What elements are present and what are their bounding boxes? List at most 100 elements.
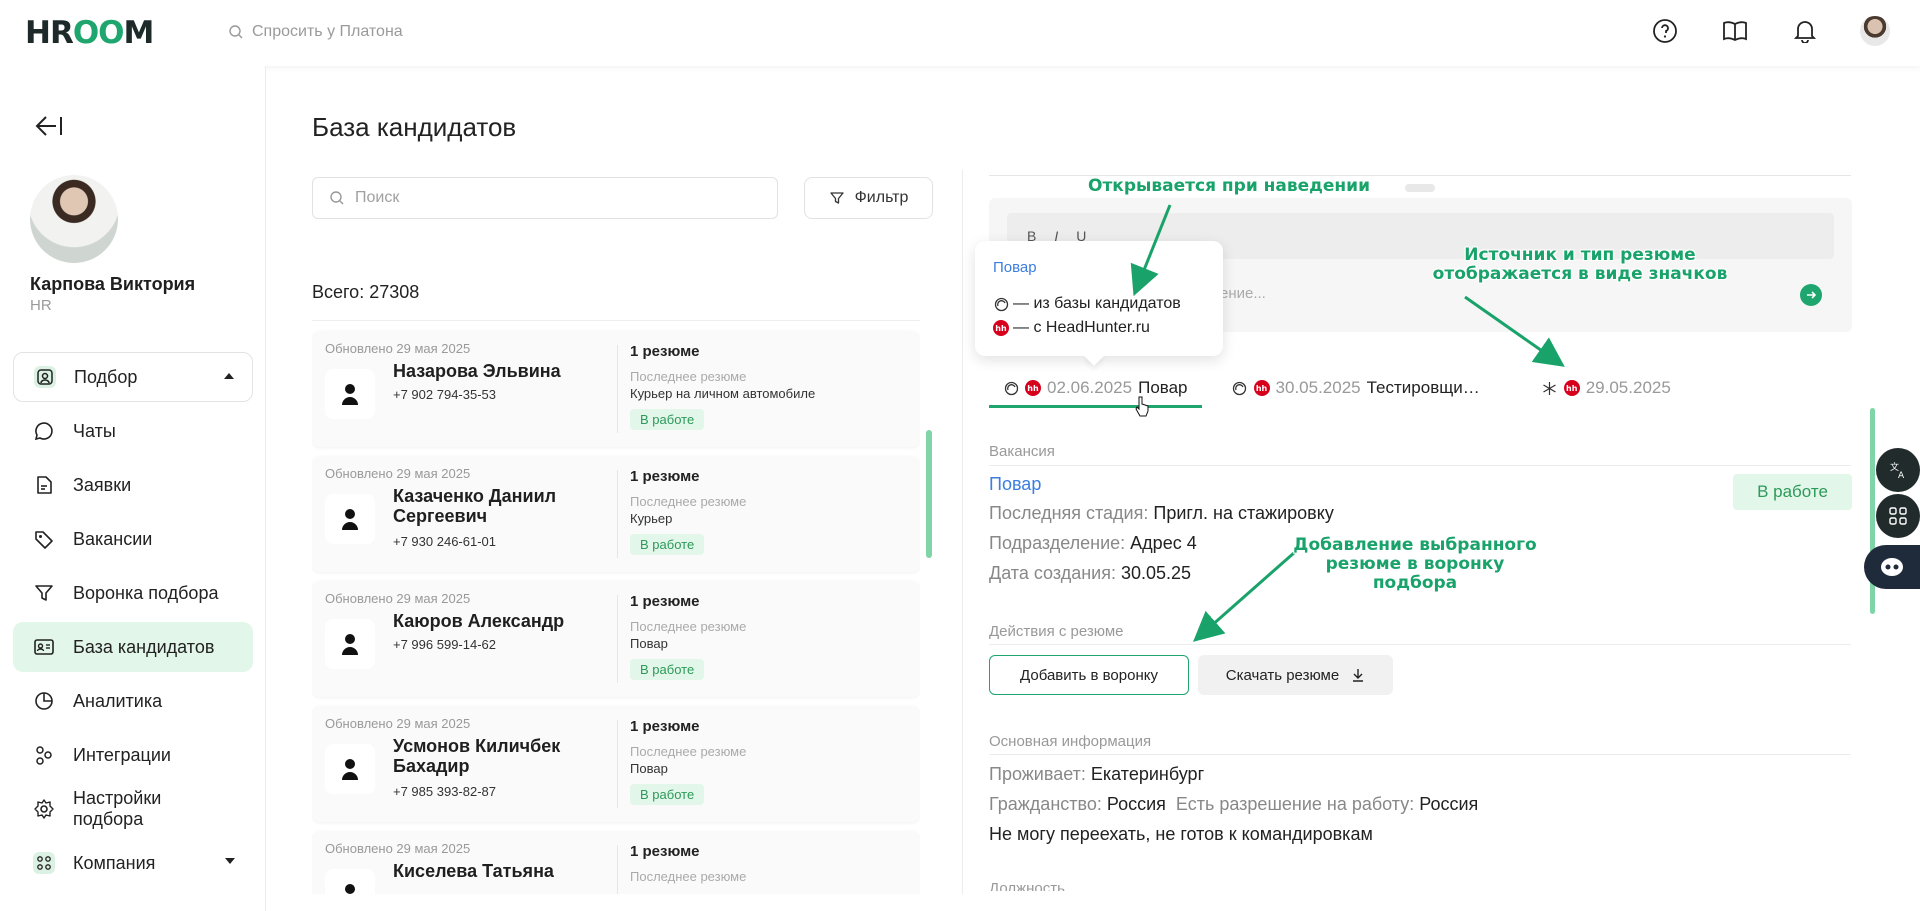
sidebar-item-analytics[interactable]: Аналитика (13, 676, 253, 726)
funnel-icon (829, 192, 844, 204)
translate-icon[interactable]: 文A (1876, 448, 1920, 492)
candidate-search-input[interactable]: Поиск (312, 177, 778, 219)
add-to-funnel-button[interactable]: Добавить в воронку (989, 655, 1189, 695)
send-icon[interactable] (1800, 284, 1822, 306)
profile-role: HR (30, 297, 52, 314)
status-badge: В работе (630, 534, 705, 555)
sidebar-nav: Подбор Чаты Заявки Вакансии Воронка подб… (13, 352, 253, 892)
mouse-cursor-icon (1135, 396, 1149, 417)
person-icon (325, 619, 375, 669)
vacancy-link[interactable]: Повар (989, 474, 1041, 495)
sidebar-item-selection[interactable]: Подбор (13, 352, 253, 402)
book-icon[interactable] (1720, 16, 1750, 46)
resume-tab[interactable]: hh 30.05.2025 Тестировщи… (1218, 370, 1494, 406)
bell-icon[interactable] (1790, 16, 1820, 46)
user-avatar[interactable] (1860, 16, 1890, 46)
relocation-info: Не могу переехать, не готов к командиров… (989, 824, 1373, 844)
pie-chart-icon (33, 690, 55, 712)
collapse-sidebar-icon[interactable] (34, 113, 64, 144)
candidate-card[interactable]: Обновлено 29 мая 2025 Киселева Татьяна 1… (312, 831, 920, 894)
company-icon (33, 852, 55, 874)
top-bar: HROOM Спросить у Платона (0, 0, 1920, 66)
candidate-name: Киселева Татьяна (393, 861, 554, 881)
candidate-name: Назарова Эльвина (393, 361, 561, 381)
integrations-icon (33, 744, 55, 766)
person-icon (325, 369, 375, 419)
status-badge: В работе (1733, 474, 1852, 510)
headhunter-icon: hh (1025, 380, 1041, 396)
candidate-card[interactable]: Обновлено 29 мая 2025 Усмонов Киличбек Б… (312, 706, 920, 822)
sidebar-item-vacancies[interactable]: Вакансии (13, 514, 253, 564)
last-stage: Последняя стадия: Пригл. на стажировку (989, 503, 1334, 523)
user-square-icon (34, 366, 56, 388)
profile-name: Карпова Виктория (30, 274, 196, 294)
database-source-icon (1232, 380, 1248, 396)
sidebar-item-funnel[interactable]: Воронка подбора (13, 568, 253, 618)
candidate-phone: +7 930 246-61-01 (393, 534, 497, 549)
sidebar-item-candidates[interactable]: База кандидатов (13, 622, 253, 672)
candidate-name: Казаченко Даниил Сергеевич (393, 486, 557, 526)
filter-button[interactable]: Фильтр (804, 177, 933, 219)
sidebar-item-selection-settings[interactable]: Настройки подбора (13, 784, 253, 834)
chat-icon (33, 420, 55, 442)
assistant-search-placeholder: Спросить у Платона (252, 23, 403, 40)
created-date: Дата создания: 30.05.25 (989, 563, 1192, 583)
candidate-card[interactable]: Обновлено 29 мая 2025 Каюров Александр +… (312, 581, 920, 697)
candidate-name: Каюров Александр (393, 611, 565, 631)
svg-text:A: A (1898, 471, 1905, 480)
download-resume-button[interactable]: Скачать резюме (1198, 655, 1393, 695)
document-icon (33, 474, 55, 496)
candidate-phone: +7 902 794-35-53 (393, 387, 497, 402)
person-icon (325, 744, 375, 794)
database-source-icon (1003, 380, 1019, 396)
apps-grid-icon[interactable] (1876, 494, 1920, 538)
resize-handle[interactable] (1405, 184, 1435, 192)
candidate-name: Усмонов Киличбек Бахадир (393, 736, 561, 776)
chevron-up-icon (224, 373, 234, 379)
resume-tab[interactable]: hh 02.06.2025 Повар (989, 370, 1202, 408)
logo[interactable]: HROOM (25, 15, 154, 51)
candidate-card[interactable]: Обновлено 29 мая 2025 Казаченко Даниил С… (312, 456, 920, 572)
candidate-search-placeholder: Поиск (355, 189, 400, 206)
total-count: Всего: 27308 (312, 282, 420, 302)
status-badge: В работе (630, 409, 705, 430)
snowflake-icon (1542, 380, 1558, 396)
download-icon (1353, 669, 1364, 682)
gear-icon (33, 798, 55, 820)
resume-source-tooltip: Повар — из базы кандидатов hh — с HeadHun… (975, 241, 1223, 356)
headhunter-icon: hh (993, 320, 1009, 336)
status-badge: В работе (630, 659, 705, 680)
person-icon (325, 494, 375, 544)
assistant-search[interactable]: Спросить у Платона (228, 23, 403, 41)
person-icon (325, 869, 375, 894)
sidebar-item-integrations[interactable]: Интеграции (13, 730, 253, 780)
actions-section-label: Действия с резюме (989, 623, 1124, 640)
tag-icon (33, 528, 55, 550)
basic-info-label: Основная информация (989, 733, 1152, 750)
citizenship: Гражданство: Россия Есть разрешение на р… (989, 794, 1479, 814)
sidebar: Карпова Виктория HR Подбор Чаты Заявки В… (0, 66, 266, 911)
comment-placeholder: ение... (1220, 285, 1266, 302)
resume-tab[interactable]: hh 29.05.2025 (1528, 370, 1685, 406)
list-scrollbar[interactable] (926, 430, 932, 558)
headhunter-icon: hh (1253, 380, 1270, 396)
sidebar-item-requests[interactable]: Заявки (13, 460, 253, 510)
annotation-funnel: Добавление выбранного резюме в воронку п… (1293, 535, 1537, 593)
id-card-icon (33, 636, 55, 658)
candidate-phone: +7 985 393-82-87 (393, 784, 497, 799)
help-icon[interactable] (1650, 16, 1680, 46)
search-icon (229, 25, 243, 39)
annotation-hover: Открывается при наведении (1088, 176, 1370, 196)
page-title: База кандидатов (312, 112, 517, 142)
headhunter-icon: hh (1563, 380, 1580, 396)
funnel-icon (33, 582, 55, 604)
division: Подразделение: Адрес 4 (989, 533, 1197, 553)
profile-photo (30, 175, 118, 263)
search-icon (330, 191, 344, 205)
sidebar-item-company[interactable]: Компания (13, 838, 253, 888)
sidebar-item-chats[interactable]: Чаты (13, 406, 253, 456)
candidate-card[interactable]: Обновлено 29 мая 2025 Назарова Эльвина +… (312, 331, 920, 447)
assistant-bot-icon[interactable] (1864, 545, 1920, 589)
lives-in: Проживает: Екатеринбург (989, 764, 1205, 784)
resume-tabs: hh 02.06.2025 Повар hh 30.05.2025 Тестир… (989, 370, 1701, 408)
